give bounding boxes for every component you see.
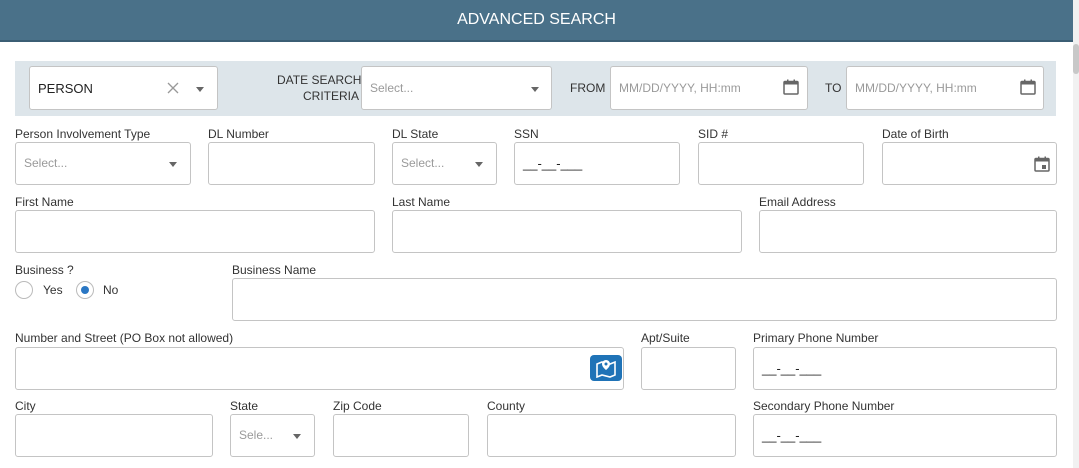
calendar-icon[interactable]	[783, 79, 799, 95]
date-search-label-2: CRITERIA	[303, 89, 360, 103]
entity-type-select[interactable]: PERSON	[29, 66, 218, 110]
chevron-down-icon[interactable]	[196, 87, 204, 92]
chevron-down-icon[interactable]	[475, 162, 483, 167]
ssn-input[interactable]: __-__-___	[514, 142, 680, 185]
to-label: TO	[825, 81, 842, 95]
apt-input[interactable]	[641, 347, 736, 390]
state-placeholder: Sele...	[239, 428, 274, 442]
business-yes-radio[interactable]	[15, 281, 33, 299]
date-search-criteria-select[interactable]: Select...	[361, 66, 552, 110]
to-date-placeholder: MM/DD/YYYY, HH:mm	[855, 81, 977, 95]
from-date-input[interactable]: MM/DD/YYYY, HH:mm	[610, 66, 808, 110]
from-label: FROM	[570, 81, 606, 95]
state-label: State	[230, 399, 259, 413]
county-input[interactable]	[487, 414, 736, 457]
calendar-icon[interactable]	[1034, 156, 1050, 172]
entity-type-value: PERSON	[38, 81, 93, 96]
street-label: Number and Street (PO Box not allowed)	[15, 331, 234, 345]
last-name-input[interactable]	[392, 210, 742, 253]
person-involvement-type-select[interactable]: Select...	[15, 142, 191, 185]
chevron-down-icon[interactable]	[169, 162, 177, 167]
business-no-radio[interactable]	[76, 281, 94, 299]
business-name-label: Business Name	[232, 263, 317, 277]
sid-input[interactable]	[698, 142, 864, 185]
business-name-input[interactable]	[232, 278, 1057, 321]
state-select[interactable]: Sele...	[230, 414, 315, 457]
business-label: Business ?	[15, 263, 74, 277]
person-involvement-type-label: Person Involvement Type	[15, 127, 151, 141]
to-date-input[interactable]: MM/DD/YYYY, HH:mm	[846, 66, 1044, 110]
page-header: ADVANCED SEARCH	[0, 0, 1073, 42]
business-yes-label[interactable]: Yes	[43, 283, 63, 297]
zip-label: Zip Code	[333, 399, 382, 413]
county-label: County	[487, 399, 526, 413]
date-search-placeholder: Select...	[370, 81, 414, 95]
dl-state-select[interactable]: Select...	[392, 142, 497, 185]
scrollbar-thumb[interactable]	[1073, 44, 1079, 74]
dob-label: Date of Birth	[882, 127, 949, 141]
sid-label: SID #	[698, 127, 729, 141]
ssn-mask: __-__-___	[523, 156, 583, 171]
email-label: Email Address	[759, 195, 836, 209]
date-search-label-1: DATE SEARCH	[277, 73, 362, 87]
close-icon[interactable]	[167, 82, 179, 94]
map-marker-icon	[596, 360, 616, 378]
first-name-label: First Name	[15, 195, 74, 209]
from-date-placeholder: MM/DD/YYYY, HH:mm	[619, 81, 741, 95]
street-input[interactable]	[15, 347, 624, 390]
email-input[interactable]	[759, 210, 1057, 253]
chevron-down-icon[interactable]	[293, 434, 301, 439]
person-involvement-type-placeholder: Select...	[24, 156, 68, 170]
primary-phone-label: Primary Phone Number	[753, 331, 879, 345]
chevron-down-icon[interactable]	[531, 87, 539, 92]
secondary-phone-mask: __-__-___	[762, 428, 822, 443]
dl-number-label: DL Number	[208, 127, 269, 141]
city-label: City	[15, 399, 36, 413]
page-title: ADVANCED SEARCH	[457, 11, 616, 28]
dob-input[interactable]	[882, 142, 1057, 185]
first-name-input[interactable]	[15, 210, 375, 253]
scrollbar[interactable]	[1073, 0, 1079, 468]
ssn-label: SSN	[514, 127, 539, 141]
secondary-phone-input[interactable]: __-__-___	[753, 414, 1057, 457]
primary-phone-mask: __-__-___	[762, 361, 822, 376]
secondary-phone-label: Secondary Phone Number	[753, 399, 895, 413]
business-no-label[interactable]: No	[103, 283, 118, 297]
dl-state-placeholder: Select...	[401, 156, 445, 170]
last-name-label: Last Name	[392, 195, 451, 209]
dl-state-label: DL State	[392, 127, 439, 141]
zip-input[interactable]	[333, 414, 469, 457]
map-button[interactable]	[590, 355, 622, 381]
primary-phone-input[interactable]: __-__-___	[753, 347, 1057, 390]
city-input[interactable]	[15, 414, 213, 457]
calendar-icon[interactable]	[1020, 79, 1036, 95]
apt-label: Apt/Suite	[641, 331, 690, 345]
dl-number-input[interactable]	[208, 142, 375, 185]
